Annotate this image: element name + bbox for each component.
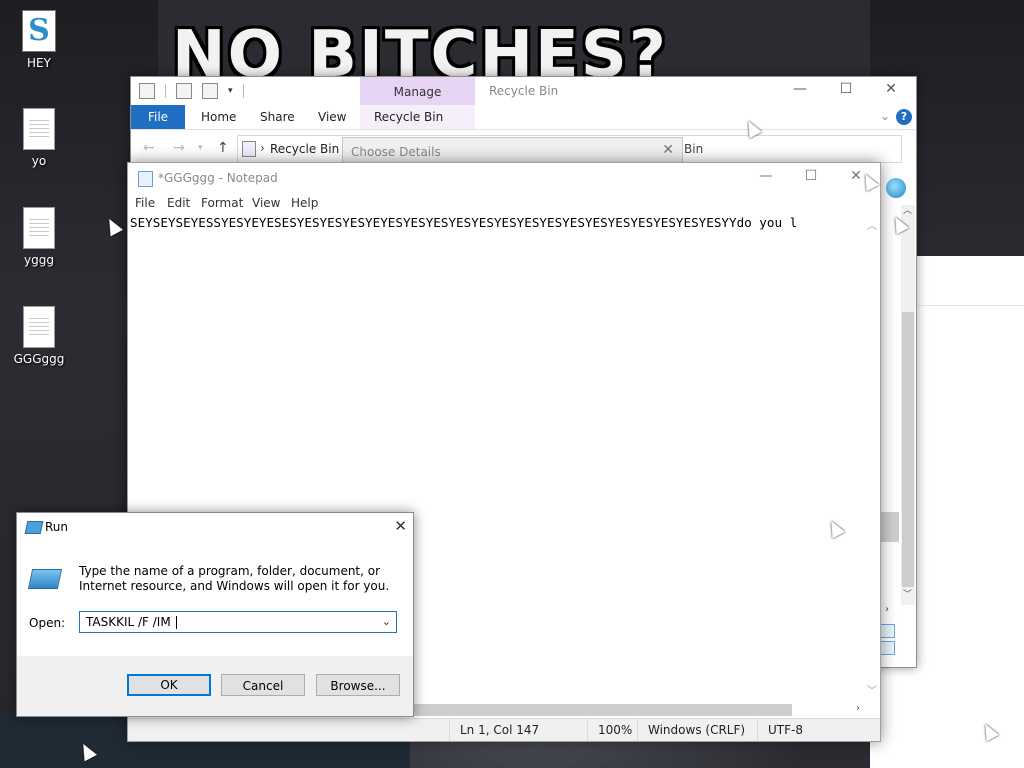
menu-help[interactable]: Help — [291, 196, 318, 210]
tab-home[interactable]: Home — [187, 105, 250, 129]
scroll-down-icon[interactable]: ﹀ — [903, 587, 912, 600]
run-description: Type the name of a program, folder, docu… — [79, 564, 390, 593]
breadcrumb-recycle-bin[interactable]: Recycle Bin — [270, 142, 339, 156]
up-arrow-icon[interactable]: ↑ — [217, 140, 229, 156]
text-file-icon — [23, 108, 55, 150]
chevron-down-icon[interactable]: ⌄ — [382, 612, 391, 632]
text-file-icon — [23, 306, 55, 348]
ribbon-tabs: File Home Share View Recycle Bin Tools ⌄… — [131, 105, 916, 148]
recycle-bin-location-icon — [242, 141, 256, 157]
window-title: Recycle Bin — [489, 84, 559, 98]
notepad-titlebar[interactable]: *GGGggg - Notepad — ☐ ✕ — [128, 163, 880, 193]
desktop-icon-label: yo — [31, 154, 47, 168]
forward-arrow-icon[interactable]: → — [173, 140, 185, 156]
encoding: UTF-8 — [757, 719, 803, 741]
zoom-level: 100% — [587, 719, 632, 741]
ok-button[interactable]: OK — [127, 674, 211, 696]
run-icon — [24, 521, 44, 534]
content-fragment — [879, 512, 899, 542]
choose-details-label: Choose Details — [351, 145, 441, 159]
desktop-icon-yggg[interactable]: yggg — [4, 207, 74, 267]
explorer-titlebar[interactable]: ▾ Manage Recycle Bin — ☐ ✕ — [131, 77, 916, 105]
help-icon[interactable]: ? — [896, 109, 912, 125]
open-combobox[interactable]: TASKKIL /F /IM ⌄ — [79, 611, 397, 633]
menu-format[interactable]: Format — [201, 196, 243, 210]
desktop-icon-label: HEY — [27, 56, 51, 70]
maximize-icon[interactable]: ☐ — [799, 168, 823, 188]
window-title: *GGGggg - Notepad — [158, 171, 278, 185]
large-icons-view-icon[interactable] — [879, 641, 895, 655]
open-input-value[interactable]: TASKKIL /F /IM — [86, 615, 175, 629]
chevron-down-icon[interactable]: ⌄ — [880, 109, 890, 123]
maximize-icon[interactable]: ☐ — [834, 81, 858, 101]
menu-edit[interactable]: Edit — [167, 196, 190, 210]
menu-bar: File Edit Format View Help — [128, 193, 880, 213]
text-file-icon — [23, 207, 55, 249]
script-file-icon: S — [22, 10, 56, 52]
tab-file[interactable]: File — [131, 105, 185, 129]
notepad-icon — [138, 171, 153, 187]
close-icon[interactable]: ✕ — [879, 81, 903, 101]
dialog-footer: OK Cancel Browse... — [17, 656, 413, 716]
menu-file[interactable]: File — [135, 196, 155, 210]
recent-dropdown-icon[interactable]: ▾ — [198, 143, 203, 153]
text-caret — [175, 616, 177, 629]
back-arrow-icon[interactable]: ← — [143, 140, 155, 156]
dialog-title: Run — [45, 520, 69, 534]
scroll-up-icon[interactable]: ︿ — [903, 203, 912, 216]
desktop-icon-label: GGGggg — [13, 352, 65, 366]
minimize-icon[interactable]: — — [754, 168, 778, 188]
line-ending: Windows (CRLF) — [637, 719, 745, 741]
browse-button[interactable]: Browse... — [316, 674, 400, 696]
scroll-right-icon[interactable]: › — [856, 703, 860, 714]
desktop-icon-gggggg[interactable]: GGGggg — [4, 306, 74, 366]
desktop-icon-yo[interactable]: yo — [4, 108, 74, 168]
cancel-button[interactable]: Cancel — [221, 674, 305, 696]
breadcrumb-chevron-icon: › — [260, 141, 265, 155]
choose-details-popup[interactable]: Choose Details ✕ — [342, 137, 683, 165]
divider — [918, 305, 1024, 306]
tab-share[interactable]: Share — [246, 105, 309, 129]
open-label: Open: — [29, 616, 66, 630]
scroll-right-icon[interactable]: › — [885, 604, 889, 615]
scroll-down-icon[interactable]: ﹀ — [867, 682, 877, 697]
qat-dropdown-icon[interactable]: ▾ — [228, 86, 233, 96]
run-large-icon — [27, 569, 63, 589]
tab-recycle-bin-tools[interactable]: Recycle Bin Tools — [360, 105, 475, 148]
close-icon[interactable]: ✕ — [662, 142, 674, 158]
menu-view[interactable]: View — [252, 196, 280, 210]
desktop-icon-label: yggg — [24, 253, 54, 267]
run-titlebar[interactable]: Run ✕ — [17, 513, 413, 541]
cursor-position: Ln 1, Col 147 — [449, 719, 539, 741]
status-bar: Ln 1, Col 147 100% Windows (CRLF) UTF-8 — [128, 718, 880, 741]
properties-icon[interactable] — [176, 83, 192, 99]
view-toggle — [879, 624, 916, 658]
quick-access-toolbar: ▾ — [139, 83, 244, 99]
breadcrumb-tail: Bin — [684, 142, 704, 156]
scroll-up-icon[interactable]: ︿ — [867, 217, 877, 232]
vertical-scrollbar[interactable]: ︿ ﹀ — [864, 213, 880, 701]
details-view-icon[interactable] — [879, 624, 895, 638]
close-icon[interactable]: ✕ — [394, 517, 407, 535]
tab-view[interactable]: View — [304, 105, 360, 129]
run-dialog[interactable]: Run ✕ Type the name of a program, folder… — [16, 512, 414, 717]
desktop-icon-hey[interactable]: S HEY — [4, 10, 74, 70]
minimize-icon[interactable]: — — [788, 81, 812, 101]
new-folder-icon[interactable] — [202, 83, 218, 99]
recycle-bin-small-icon — [139, 83, 155, 99]
scrollbar-thumb[interactable] — [902, 312, 914, 587]
edge-browser-icon[interactable] — [886, 178, 906, 198]
tab-manage[interactable]: Manage — [360, 77, 475, 105]
